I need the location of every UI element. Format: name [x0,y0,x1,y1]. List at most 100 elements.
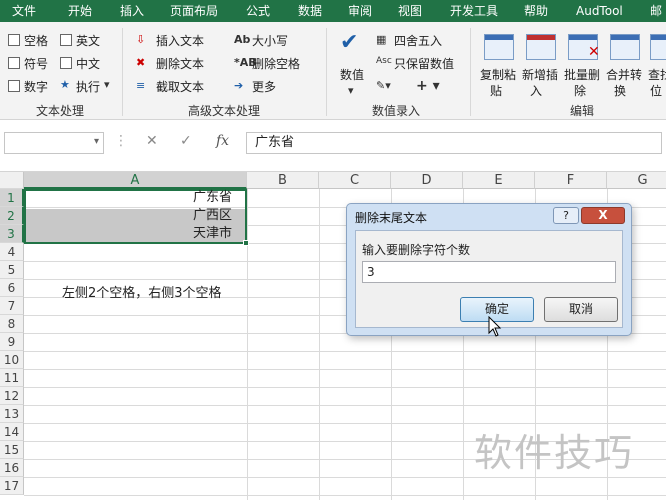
tab-mail[interactable]: 邮 [650,0,662,22]
insert-text-icon: ⇩ [136,33,146,46]
tab-formulas[interactable]: 公式 [246,0,270,22]
cut-text-icon: ≡ [136,79,146,92]
delete-text-button[interactable]: 删除文本 [156,55,204,72]
char-count-input[interactable]: 3 [362,261,616,283]
tab-insert[interactable]: 插入 [120,0,144,22]
fill-handle[interactable] [243,240,249,246]
case-button[interactable]: 大小写 [252,32,288,49]
insert-text-button[interactable]: 插入文本 [156,32,204,49]
number-button[interactable]: 数值 [340,66,364,83]
row-header-4[interactable]: 4 [0,243,24,261]
abc-icon: Asc [376,56,392,66]
checkbox-number[interactable] [8,80,20,92]
column-header-f[interactable]: F [535,172,607,189]
select-all-corner[interactable] [0,172,24,189]
row-header-3[interactable]: 3 [0,225,24,243]
cancel-button[interactable]: 取消 [544,297,618,322]
fx-icon[interactable]: fx [216,133,229,149]
insert-rows-button-line2[interactable]: 入 [530,82,542,99]
checkbox-space[interactable] [8,34,20,46]
delete-x-icon: ✕ [588,44,600,60]
chevron-down-icon: ▾ [348,84,354,97]
checkbox-space-label: 空格 [24,34,49,48]
group-label-text: 文本处理 [36,104,85,118]
chevron-down-icon[interactable]: ▾ [94,136,99,147]
keep-numbers-button[interactable]: 只保留数值 [394,55,454,72]
row-header-2[interactable]: 2 [0,207,24,225]
row-header-10[interactable]: 10 [0,351,24,369]
help-button[interactable]: ? [553,207,579,224]
cell-a2[interactable]: 广西区 [26,207,232,225]
mouse-cursor-icon [488,316,502,337]
checkbox-chinese[interactable] [60,57,72,69]
row-header-16[interactable]: 16 [0,459,24,477]
tab-review[interactable]: 审阅 [348,0,372,22]
tab-view[interactable]: 视图 [398,0,422,22]
group-label-edit: 编辑 [570,104,595,118]
row-header-14[interactable]: 14 [0,423,24,441]
name-box[interactable]: ▾ [4,132,104,154]
tab-home[interactable]: 开始 [68,0,92,22]
row-header-15[interactable]: 15 [0,441,24,459]
insert-rows-icon [526,34,556,60]
formula-input[interactable]: 广东省 [246,132,662,154]
cell-a3[interactable]: 天津市 [26,225,232,243]
row-header-7[interactable]: 7 [0,297,24,315]
column-header-e[interactable]: E [463,172,535,189]
delete-text-icon: ✖ [136,56,146,69]
insert-rows-button[interactable]: 新增插 [522,66,558,83]
cell-a6[interactable]: 左侧2个空格，右侧3个空格 [62,285,222,303]
row-header-12[interactable]: 12 [0,387,24,405]
close-button[interactable]: X [581,207,625,224]
merge-convert-button[interactable]: 合并转 [606,66,642,83]
checkbox-symbol[interactable] [8,57,20,69]
row-header-5[interactable]: 5 [0,261,24,279]
row-header-9[interactable]: 9 [0,333,24,351]
grid-line [24,405,666,406]
confirm-icon[interactable]: ✓ [180,133,192,149]
cell-a1[interactable]: 广东省 [26,189,232,207]
number-icon: ✔ [340,30,359,55]
row-header-13[interactable]: 13 [0,405,24,423]
column-header-d[interactable]: D [391,172,463,189]
row-header-17[interactable]: 17 [0,477,24,495]
char-count-label: 输入要删除字符个数 [362,243,471,257]
grid-line [24,495,666,496]
checkbox-english[interactable] [60,34,72,46]
tab-audtool[interactable]: AudTool [576,0,623,22]
batch-delete-button-line2[interactable]: 除 [574,82,586,99]
find-button[interactable]: 查找 [648,66,666,83]
column-header-c[interactable]: C [319,172,391,189]
group-label-number: 数值录入 [372,104,421,118]
column-header-g[interactable]: G [607,172,666,189]
plus-icon[interactable]: + ▾ [416,78,440,94]
round-button[interactable]: 四舍五入 [394,32,442,49]
chevron-down-icon: ▾ [104,78,110,91]
copy-paste-button[interactable]: 复制粘 [480,66,516,83]
cut-text-button[interactable]: 截取文本 [156,78,204,95]
grid-line [319,189,320,500]
column-header-b[interactable]: B [247,172,319,189]
grid-line [247,189,248,500]
grid-line [24,477,666,478]
tab-page-layout[interactable]: 页面布局 [170,0,218,22]
row-header-8[interactable]: 8 [0,315,24,333]
row-header-1[interactable]: 1 [0,189,24,207]
column-header-a[interactable]: A [24,172,247,189]
tab-file[interactable]: 文件 [12,0,36,22]
trim-space-button[interactable]: 删除空格 [252,55,300,72]
tab-data[interactable]: 数据 [298,0,322,22]
row-header-6[interactable]: 6 [0,279,24,297]
tab-developer[interactable]: 开发工具 [450,0,498,22]
tab-help[interactable]: 帮助 [524,0,548,22]
batch-delete-button[interactable]: 批量删 [564,66,600,83]
watermark: 软件技巧 [474,431,635,475]
more-button[interactable]: 更多 [252,78,276,95]
execute-button[interactable]: 执行 [76,78,100,95]
find-button-line2[interactable]: 位 [650,82,662,99]
merge-convert-button-line2[interactable]: 换 [614,82,626,99]
grid-line [24,351,666,352]
copy-paste-button-line2[interactable]: 贴 [490,82,502,99]
cancel-icon[interactable]: ✕ [146,133,158,149]
row-header-11[interactable]: 11 [0,369,24,387]
